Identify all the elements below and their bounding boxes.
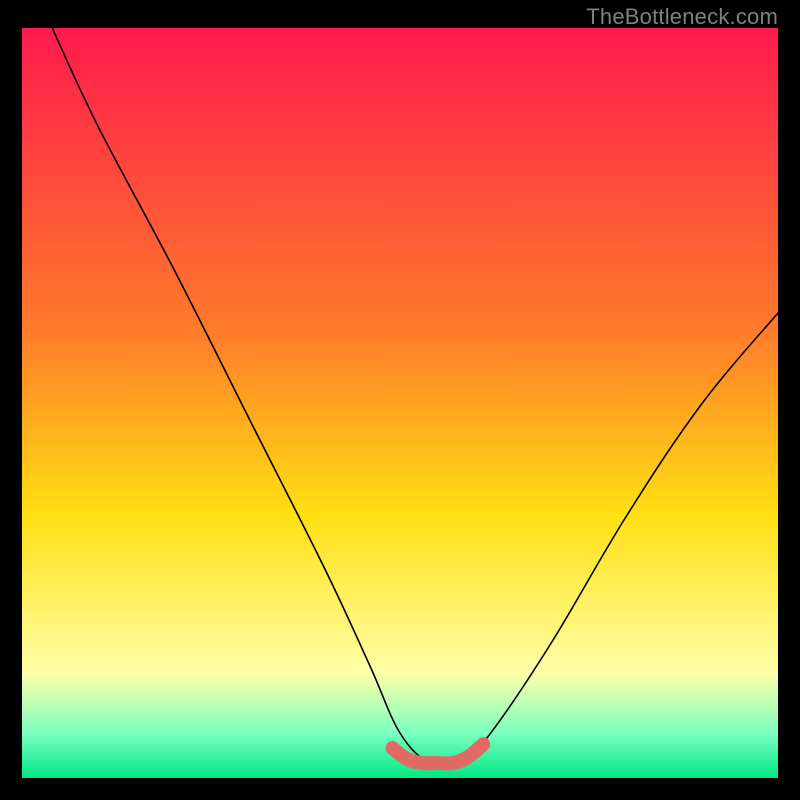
gradient-background [22, 28, 778, 778]
watermark-text: TheBottleneck.com [586, 4, 778, 30]
bottleneck-plot [22, 28, 778, 778]
chart-frame: TheBottleneck.com [0, 0, 800, 800]
